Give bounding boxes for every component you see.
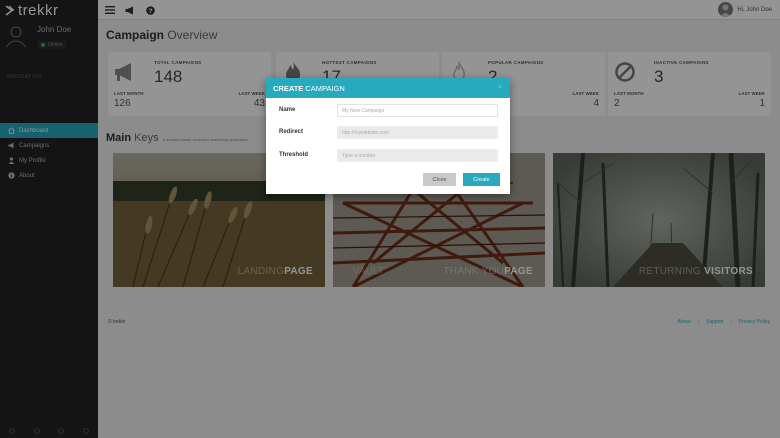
form-row-threshold: Threshold xyxy=(266,149,510,163)
modal-title-bold: CREATE xyxy=(273,83,304,93)
name-label: Name xyxy=(279,107,296,113)
modal-header: CREATE CAMPAIGN × xyxy=(266,78,510,98)
redirect-label: Redirect xyxy=(279,129,304,135)
form-row-name: Name xyxy=(266,104,510,118)
create-campaign-modal: CREATECAMPAIGN × Name Redirect Threshold… xyxy=(266,78,510,194)
form-row-redirect: Redirect xyxy=(266,126,510,140)
close-button[interactable]: Close xyxy=(423,173,456,186)
close-icon[interactable]: × xyxy=(498,84,502,91)
create-button[interactable]: Create xyxy=(463,173,500,186)
redirect-url-input[interactable] xyxy=(337,126,498,139)
modal-title-light: CAMPAIGN xyxy=(305,83,345,93)
modal-backdrop[interactable] xyxy=(0,0,780,438)
campaign-name-input[interactable] xyxy=(337,104,498,117)
threshold-label: Threshold xyxy=(279,152,309,158)
threshold-input[interactable] xyxy=(337,149,498,162)
